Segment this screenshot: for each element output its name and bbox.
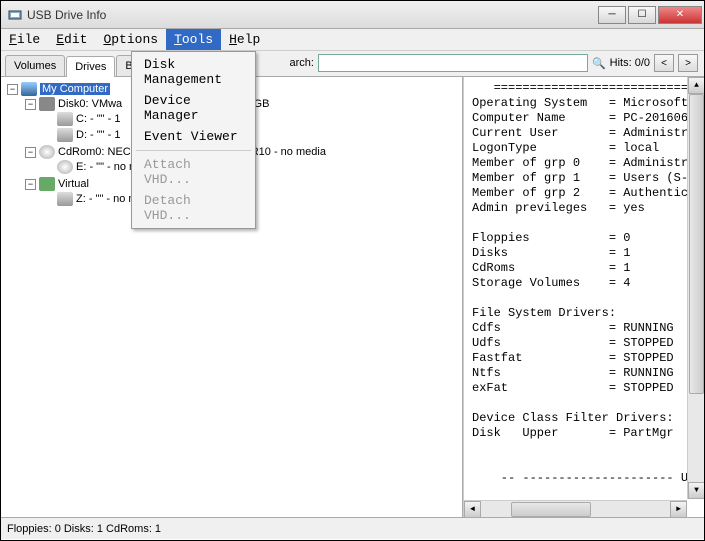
- menu-device-manager[interactable]: Device Manager: [134, 90, 253, 126]
- hits-label: Hits: 0/0: [610, 57, 650, 69]
- vertical-scrollbar[interactable]: ▲ ▼: [687, 77, 704, 499]
- app-icon: [7, 7, 23, 23]
- tree-drive-d[interactable]: D: - "" - 1: [76, 129, 120, 141]
- tab-drives[interactable]: Drives: [66, 56, 115, 77]
- drive-icon: [57, 192, 73, 206]
- scroll-up-button[interactable]: ▲: [688, 77, 704, 94]
- virtual-icon: [39, 177, 55, 191]
- menu-event-viewer[interactable]: Event Viewer: [134, 126, 253, 147]
- scroll-down-button[interactable]: ▼: [688, 482, 704, 499]
- scroll-thumb[interactable]: [689, 94, 704, 394]
- search-input[interactable]: [318, 54, 588, 72]
- titlebar: USB Drive Info ─ ☐ ✕: [1, 1, 704, 29]
- scroll-thumb[interactable]: [511, 502, 591, 517]
- horizontal-scrollbar[interactable]: ◄ ►: [464, 500, 687, 517]
- menu-detach-vhd: Detach VHD...: [134, 190, 253, 226]
- menu-tools[interactable]: Tools: [166, 29, 221, 50]
- tab-volumes[interactable]: Volumes: [5, 55, 65, 76]
- tree-virtual[interactable]: Virtual: [58, 178, 89, 190]
- menu-disk-management[interactable]: Disk Management: [134, 54, 253, 90]
- prev-hit-button[interactable]: <: [654, 54, 674, 72]
- minimize-button[interactable]: ─: [598, 6, 626, 24]
- tools-dropdown: Disk Management Device Manager Event Vie…: [131, 51, 256, 229]
- tree-drive-c[interactable]: C: - "" - 1: [76, 113, 120, 125]
- search-label: arch:: [289, 57, 313, 69]
- toggle-icon[interactable]: −: [7, 84, 18, 95]
- menu-options[interactable]: Options: [95, 29, 166, 50]
- drive-icon: [57, 128, 73, 142]
- menu-help[interactable]: Help: [221, 29, 268, 50]
- disk-icon: [39, 97, 55, 111]
- menu-attach-vhd: Attach VHD...: [134, 154, 253, 190]
- computer-icon: [21, 82, 37, 96]
- tree-disk0[interactable]: Disk0: VMwa: [58, 98, 122, 110]
- maximize-button[interactable]: ☐: [628, 6, 656, 24]
- drive-icon: [57, 112, 73, 126]
- cdrom-icon: [39, 145, 55, 159]
- scroll-right-button[interactable]: ►: [670, 501, 687, 517]
- menu-edit[interactable]: Edit: [48, 29, 95, 50]
- tree-my-computer[interactable]: My Computer: [40, 83, 110, 95]
- close-button[interactable]: ✕: [658, 6, 702, 24]
- scroll-left-button[interactable]: ◄: [464, 501, 481, 517]
- toggle-icon[interactable]: −: [25, 147, 36, 158]
- menubar: File Edit Options Tools Help Disk Manage…: [1, 29, 704, 51]
- status-text: Floppies: 0 Disks: 1 CdRoms: 1: [7, 523, 161, 535]
- next-hit-button[interactable]: >: [678, 54, 698, 72]
- tabbar: Volumes Drives BusT arch: 🔍 Hits: 0/0 < …: [1, 51, 704, 77]
- statusbar: Floppies: 0 Disks: 1 CdRoms: 1: [1, 517, 704, 539]
- menu-file[interactable]: File: [1, 29, 48, 50]
- window-title: USB Drive Info: [27, 8, 598, 22]
- search-icon: 🔍: [592, 57, 606, 70]
- toggle-icon[interactable]: −: [25, 99, 36, 110]
- cdrom-icon: [57, 160, 73, 174]
- toggle-icon[interactable]: −: [25, 179, 36, 190]
- info-pane: =========================== : Operating …: [463, 77, 704, 517]
- menu-separator: [136, 150, 251, 151]
